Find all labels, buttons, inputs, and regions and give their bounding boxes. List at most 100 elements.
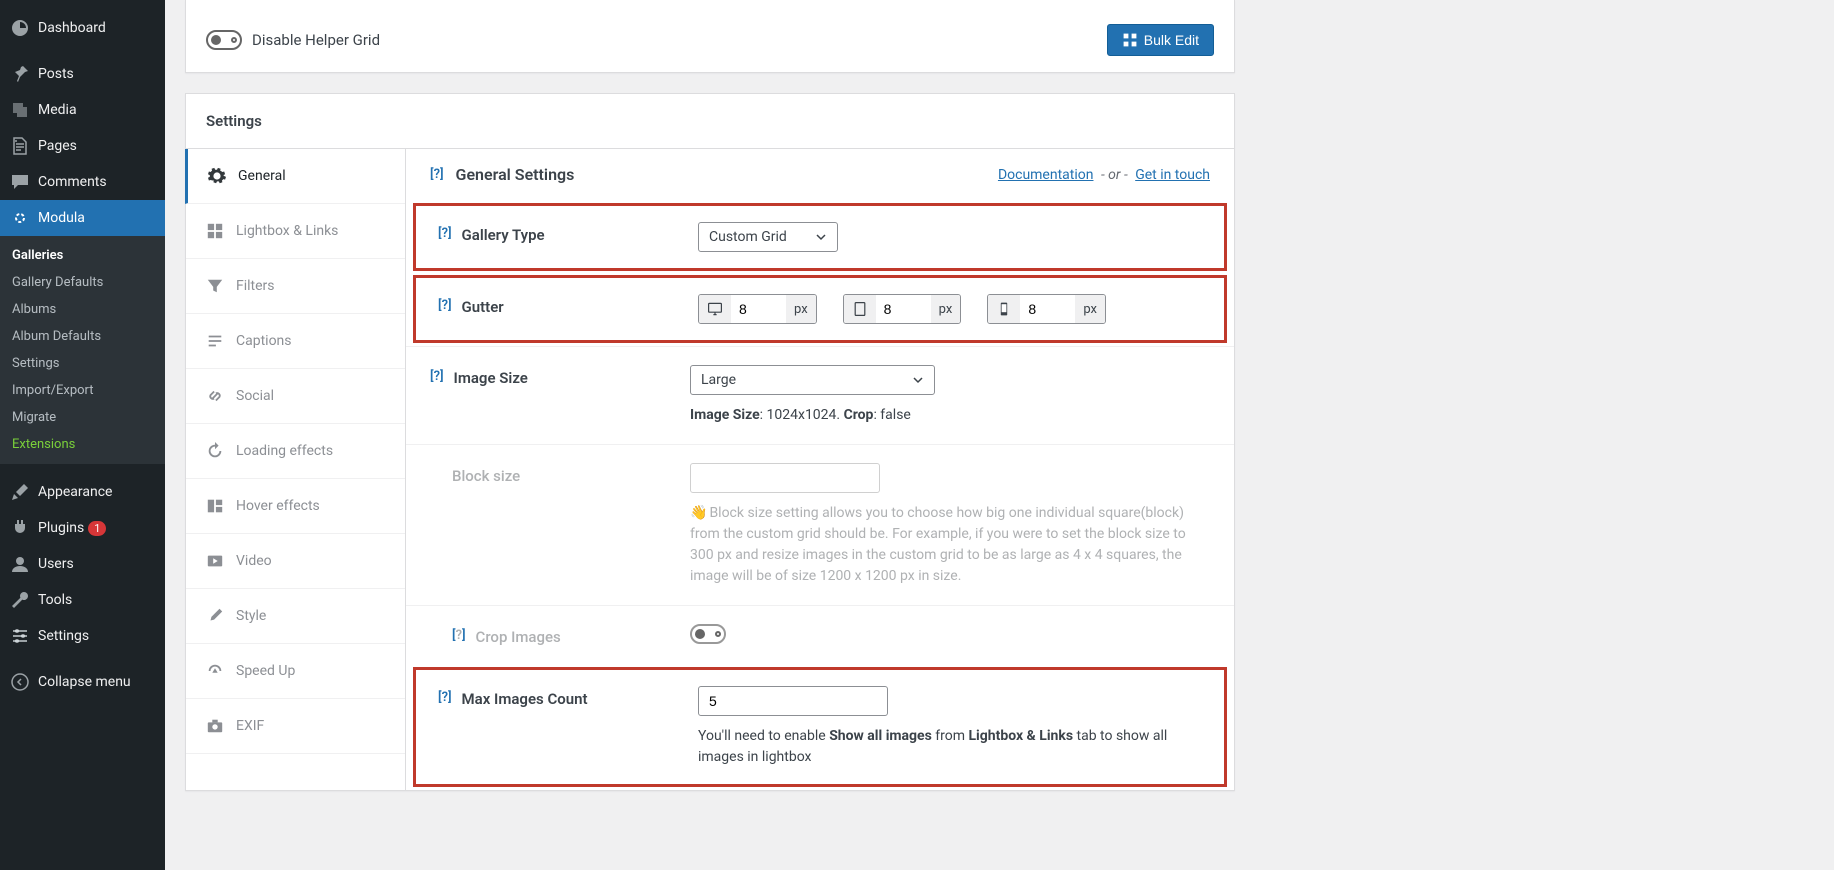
- reload-icon: [206, 442, 224, 460]
- funnel-icon: [206, 277, 224, 295]
- tab-label: General: [238, 168, 286, 184]
- plugins-update-badge: 1: [88, 521, 106, 536]
- submenu-extensions[interactable]: Extensions: [0, 431, 165, 458]
- sidebar-label: Collapse menu: [38, 674, 131, 690]
- help-icon[interactable]: ?: [438, 298, 452, 313]
- tab-label: Speed Up: [236, 663, 295, 679]
- main-content: Disable Helper Grid Bulk Edit Settings G…: [165, 0, 1255, 870]
- max-images-label: Max Images Count: [462, 690, 588, 708]
- field-block-size: Block size 👋Block size setting allows yo…: [406, 444, 1234, 605]
- crop-images-label: Crop Images: [476, 628, 561, 646]
- settings-tabs: General Lightbox & Links Filters Caption…: [186, 149, 406, 790]
- sidebar-label: Users: [38, 556, 74, 572]
- gutter-tablet-input[interactable]: [876, 295, 931, 323]
- tab-lightbox[interactable]: Lightbox & Links: [186, 204, 405, 259]
- max-images-input[interactable]: [698, 686, 888, 716]
- play-icon: [206, 552, 224, 570]
- sidebar-item-tools[interactable]: Tools: [0, 582, 165, 618]
- sidebar-label: Modula: [38, 210, 85, 226]
- sidebar-item-dashboard[interactable]: Dashboard: [0, 10, 165, 46]
- tab-label: Video: [236, 553, 272, 569]
- bulk-edit-label: Bulk Edit: [1144, 32, 1199, 48]
- tab-social[interactable]: Social: [186, 369, 405, 424]
- help-icon[interactable]: ?: [430, 369, 444, 384]
- tab-label: Loading effects: [236, 443, 333, 459]
- helper-panel: Disable Helper Grid Bulk Edit: [185, 0, 1235, 73]
- tab-label: Captions: [236, 333, 292, 349]
- gutter-mobile: px: [987, 294, 1106, 324]
- submenu-settings[interactable]: Settings: [0, 350, 165, 377]
- sidebar-item-posts[interactable]: Posts: [0, 56, 165, 92]
- sidebar-item-appearance[interactable]: Appearance: [0, 474, 165, 510]
- sidebar-item-settings[interactable]: Settings: [0, 618, 165, 654]
- field-gutter: ? Gutter px: [412, 274, 1228, 344]
- lines-icon: [206, 332, 224, 350]
- get-in-touch-link[interactable]: Get in touch: [1135, 167, 1210, 183]
- disable-helper-grid-toggle[interactable]: [206, 30, 242, 50]
- tablet-icon: [844, 295, 876, 323]
- help-icon[interactable]: ?: [438, 690, 452, 705]
- tab-video[interactable]: Video: [186, 534, 405, 589]
- tab-style[interactable]: Style: [186, 589, 405, 644]
- gutter-mobile-input[interactable]: [1020, 295, 1075, 323]
- sidebar-label: Appearance: [38, 484, 112, 500]
- sidebar-item-pages[interactable]: Pages: [0, 128, 165, 164]
- crop-images-toggle[interactable]: [690, 624, 726, 644]
- submenu-gallery-defaults[interactable]: Gallery Defaults: [0, 269, 165, 296]
- sidebar-item-media[interactable]: Media: [0, 92, 165, 128]
- documentation-link[interactable]: Documentation: [998, 167, 1094, 183]
- tab-captions[interactable]: Captions: [186, 314, 405, 369]
- dashboard-icon: [10, 18, 30, 38]
- image-size-select[interactable]: Large: [690, 365, 935, 395]
- tab-loading-effects[interactable]: Loading effects: [186, 424, 405, 479]
- gutter-desktop-input[interactable]: [731, 295, 786, 323]
- separator-text: - or -: [1101, 167, 1128, 183]
- image-size-value: Large: [701, 372, 736, 388]
- tab-speed-up[interactable]: Speed Up: [186, 644, 405, 699]
- help-icon[interactable]: ?: [452, 628, 466, 643]
- help-icon[interactable]: ?: [438, 226, 452, 241]
- sidebar-label: Pages: [38, 138, 77, 154]
- bulk-edit-button[interactable]: Bulk Edit: [1107, 24, 1214, 56]
- settings-header: Settings: [186, 94, 1234, 149]
- disable-helper-grid-label: Disable Helper Grid: [252, 31, 380, 49]
- camera-icon: [206, 717, 224, 735]
- settings-panel: Settings General Lightbox & Links Filter…: [185, 93, 1235, 791]
- gutter-desktop: px: [698, 294, 817, 324]
- field-image-size: ? Image Size Large Image Size: 1024x1024…: [406, 346, 1234, 444]
- tab-label: Filters: [236, 278, 275, 294]
- sidebar-item-collapse[interactable]: Collapse menu: [0, 664, 165, 700]
- tab-label: Style: [236, 608, 266, 624]
- sidebar-submenu-modula: Galleries Gallery Defaults Albums Album …: [0, 236, 165, 464]
- sidebar-item-modula[interactable]: Modula: [0, 200, 165, 236]
- submenu-import-export[interactable]: Import/Export: [0, 377, 165, 404]
- grid-icon: [206, 222, 224, 240]
- media-icon: [10, 100, 30, 120]
- gallery-type-value: Custom Grid: [709, 229, 787, 245]
- submenu-album-defaults[interactable]: Album Defaults: [0, 323, 165, 350]
- brush-icon: [10, 482, 30, 502]
- field-gallery-type: ? Gallery Type Custom Grid: [412, 202, 1228, 272]
- pin-icon: [10, 64, 30, 84]
- tab-filters[interactable]: Filters: [186, 259, 405, 314]
- tab-exif[interactable]: EXIF: [186, 699, 405, 754]
- sidebar-item-plugins[interactable]: Plugins 1: [0, 510, 165, 546]
- submenu-galleries[interactable]: Galleries: [0, 242, 165, 269]
- submenu-migrate[interactable]: Migrate: [0, 404, 165, 431]
- unit-label: px: [1075, 295, 1105, 323]
- link-icon: [206, 387, 224, 405]
- tab-hover-effects[interactable]: Hover effects: [186, 479, 405, 534]
- max-images-description: You'll need to enable Show all images fr…: [698, 726, 1202, 768]
- tab-general[interactable]: General: [185, 149, 405, 204]
- tab-label: Lightbox & Links: [236, 223, 338, 239]
- mobile-icon: [988, 295, 1020, 323]
- unit-label: px: [931, 295, 961, 323]
- grid-icon: [1122, 32, 1138, 48]
- sidebar-item-users[interactable]: Users: [0, 546, 165, 582]
- block-size-input[interactable]: [690, 463, 880, 493]
- gallery-type-select[interactable]: Custom Grid: [698, 222, 838, 252]
- help-icon[interactable]: ?: [430, 167, 444, 182]
- sidebar-item-comments[interactable]: Comments: [0, 164, 165, 200]
- submenu-albums[interactable]: Albums: [0, 296, 165, 323]
- admin-sidebar: Dashboard Posts Media Pages Comments Mod…: [0, 0, 165, 870]
